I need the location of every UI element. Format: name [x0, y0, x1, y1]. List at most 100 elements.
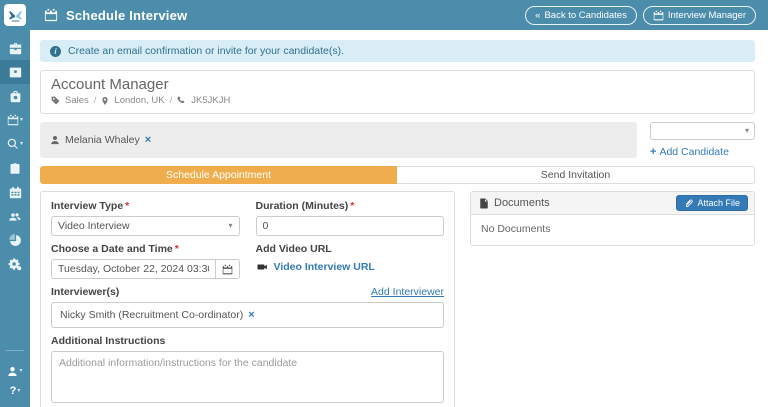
caret-down-icon: ▾: [20, 141, 23, 147]
double-chevron-left-icon: «: [535, 10, 540, 21]
bag-icon: [9, 90, 22, 103]
instructions-textarea[interactable]: [51, 351, 444, 403]
map-marker-icon: [101, 96, 109, 106]
video-url-label: Add Video URL: [256, 243, 445, 255]
info-icon: i: [50, 46, 61, 57]
job-location: London, UK: [114, 95, 164, 106]
documents-panel: Documents Attach File No Documents: [470, 191, 755, 246]
job-reference: JK5JKJH: [191, 95, 230, 106]
tag-icon: [51, 96, 60, 105]
sidebar-item-people[interactable]: [0, 204, 30, 228]
duration-field: Duration (Minutes) *: [256, 200, 445, 236]
label-text: Choose a Date and Time: [51, 243, 173, 255]
caret-down-icon: ▾: [17, 388, 20, 394]
sidebar-item-candidates[interactable]: [0, 60, 30, 84]
video-link-label: Video Interview URL: [274, 261, 375, 273]
chevron-down-icon: ▾: [228, 222, 232, 230]
tab-bar: Schedule Appointment Send Invitation: [40, 166, 755, 184]
sidebar-item-account[interactable]: ▾: [7, 361, 22, 381]
separator: /: [170, 95, 173, 106]
candidate-section: Melania Whaley × ▾ + Add Candidate: [40, 122, 755, 158]
sidebar-item-jobs[interactable]: [0, 36, 30, 60]
sidebar-item-search-menu[interactable]: ▾: [0, 132, 30, 156]
calendar-grid-icon: [9, 186, 22, 199]
candidate-chip: Melania Whaley ×: [50, 134, 151, 146]
documents-title-row: Documents: [479, 197, 550, 209]
users-icon: [8, 210, 22, 223]
label-text: Interview Type: [51, 200, 123, 212]
sidebar: ▾ ▾ ▾ ?▾: [0, 0, 30, 407]
back-to-candidates-button[interactable]: « Back to Candidates: [525, 6, 637, 25]
job-card: Account Manager Sales / London, UK / JK5…: [40, 70, 755, 114]
help-icon: ?: [10, 385, 17, 397]
calendar-icon: [222, 264, 233, 275]
interviewer-chip: Nicky Smith (Recruitment Co-ordinator) ×: [60, 309, 255, 321]
phone-icon: [177, 96, 186, 105]
duration-input[interactable]: [256, 216, 445, 236]
video-interview-url-link[interactable]: Video Interview URL: [256, 261, 445, 273]
interviewers-field: Interviewer(s) Add Interviewer Nicky Smi…: [51, 286, 444, 328]
schedule-form: Interview Type * Video Interview ▾: [41, 192, 454, 407]
back-to-candidates-label: Back to Candidates: [544, 10, 626, 21]
header-actions: « Back to Candidates Interview Manager: [525, 6, 756, 25]
attach-file-button[interactable]: Attach File: [676, 195, 748, 211]
interview-manager-button[interactable]: Interview Manager: [643, 6, 756, 25]
datetime-input[interactable]: [51, 259, 216, 279]
app-logo[interactable]: [0, 0, 30, 30]
cogs-icon: [8, 257, 22, 271]
sidebar-bottom: ▾ ?▾: [0, 350, 30, 407]
interview-type-select[interactable]: Video Interview ▾: [51, 216, 240, 236]
datetime-field: Choose a Date and Time *: [51, 243, 240, 279]
interviewer-name: Nicky Smith (Recruitment Co-ordinator): [60, 309, 243, 321]
butterfly-logo-icon: [4, 4, 26, 26]
required-asterisk: *: [350, 200, 354, 212]
instructions-field: Additional Instructions: [51, 335, 444, 407]
interviewers-box[interactable]: Nicky Smith (Recruitment Co-ordinator) ×: [51, 302, 444, 328]
remove-interviewer-icon[interactable]: ×: [248, 310, 254, 321]
duration-label: Duration (Minutes) *: [256, 200, 445, 212]
required-asterisk: *: [125, 200, 129, 212]
calendar-icon: [653, 10, 664, 21]
remove-candidate-icon[interactable]: ×: [145, 135, 151, 146]
search-icon: [7, 138, 19, 150]
add-interviewer-link[interactable]: Add Interviewer: [371, 286, 444, 298]
user-icon: [7, 366, 18, 377]
sidebar-item-schedule[interactable]: [0, 180, 30, 204]
sidebar-item-clients[interactable]: [0, 84, 30, 108]
attach-file-label: Attach File: [697, 198, 740, 208]
id-card-icon: [9, 66, 22, 79]
video-url-field: Add Video URL Video Interview URL: [256, 243, 445, 279]
job-title: Account Manager: [51, 76, 744, 93]
add-candidate-label: Add Candidate: [659, 146, 728, 158]
pie-chart-icon: [9, 234, 22, 247]
sidebar-item-reports[interactable]: [0, 228, 30, 252]
sidebar-nav: ▾ ▾: [0, 36, 30, 276]
info-banner: i Create an email confirmation or invite…: [40, 40, 755, 62]
tab-send-invitation[interactable]: Send Invitation: [397, 166, 755, 184]
video-camera-icon: [256, 262, 269, 272]
label-text: Duration (Minutes): [256, 200, 349, 212]
candidate-controls: ▾ + Add Candidate: [650, 122, 755, 158]
user-icon: [50, 135, 60, 145]
separator: /: [94, 95, 97, 106]
selected-candidates-box[interactable]: Melania Whaley ×: [40, 122, 637, 158]
chevron-down-icon: ▾: [745, 127, 749, 135]
candidate-select[interactable]: ▾: [650, 122, 755, 140]
documents-title: Documents: [494, 197, 550, 209]
sidebar-divider: [6, 350, 24, 351]
sidebar-item-help[interactable]: ?▾: [10, 381, 21, 401]
interview-type-value: Video Interview: [58, 220, 130, 232]
candidate-name: Melania Whaley: [65, 134, 140, 146]
interview-type-label: Interview Type *: [51, 200, 240, 212]
datetime-picker-button[interactable]: [216, 259, 240, 279]
sidebar-item-tasks[interactable]: [0, 156, 30, 180]
caret-down-icon: ▾: [20, 117, 23, 123]
add-candidate-link[interactable]: + Add Candidate: [650, 146, 755, 158]
tab-schedule-appointment[interactable]: Schedule Appointment: [40, 166, 397, 184]
schedule-form-card: Interview Type * Video Interview ▾: [40, 191, 455, 407]
job-meta: Sales / London, UK / JK5JKJH: [51, 95, 744, 106]
main-area: Schedule Interview « Back to Candidates …: [30, 0, 768, 407]
sidebar-item-calendar-menu[interactable]: ▾: [0, 108, 30, 132]
sidebar-item-settings[interactable]: [0, 252, 30, 276]
briefcase-icon: [9, 42, 22, 55]
